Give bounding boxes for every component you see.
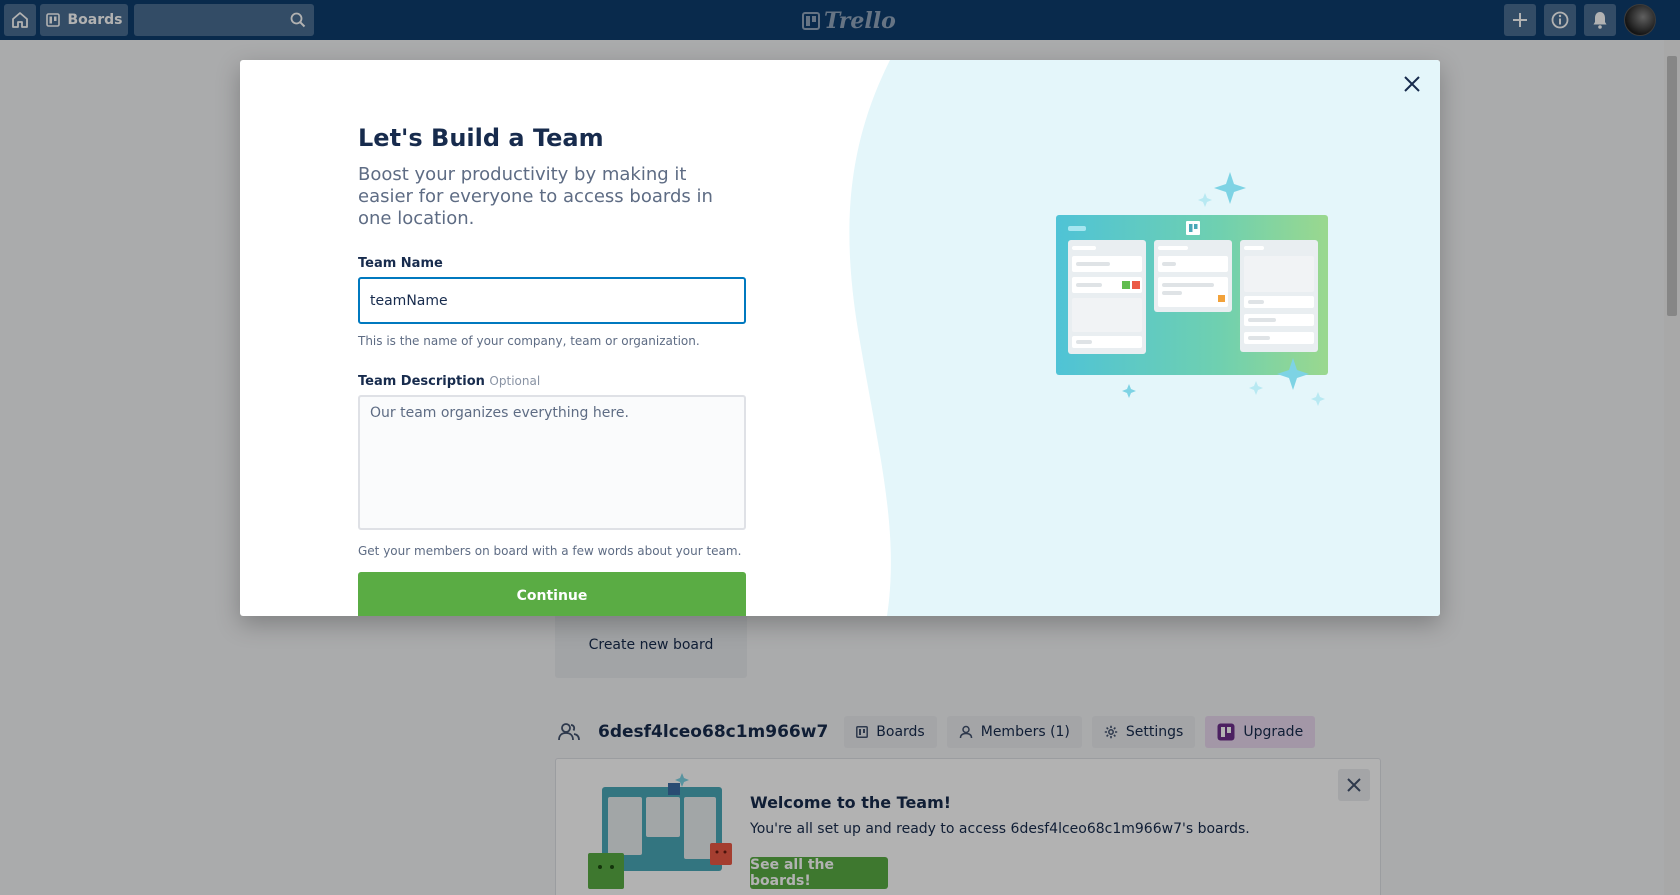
- team-description-label: Team Description Optional: [358, 374, 746, 389]
- create-team-modal: Let's Build a Team Boost your productivi…: [240, 60, 1440, 616]
- team-description-label-text: Team Description: [358, 374, 485, 389]
- modal-subtitle: Boost your productivity by making it eas…: [358, 164, 713, 229]
- team-name-hint: This is the name of your company, team o…: [358, 334, 700, 348]
- team-description-hint: Get your members on board with a few wor…: [358, 544, 742, 558]
- team-board-illustration: [1056, 172, 1328, 406]
- modal-title: Let's Build a Team: [358, 124, 604, 152]
- team-description-input[interactable]: [358, 395, 746, 530]
- team-name-input[interactable]: [358, 277, 746, 324]
- close-icon: [1404, 76, 1420, 92]
- team-form: Let's Build a Team Boost your productivi…: [358, 124, 746, 616]
- modal-close-button[interactable]: [1400, 72, 1424, 96]
- optional-tag: Optional: [489, 374, 541, 388]
- team-name-label: Team Name: [358, 256, 746, 271]
- team-name-label-text: Team Name: [358, 256, 443, 271]
- continue-button[interactable]: Continue: [358, 572, 746, 616]
